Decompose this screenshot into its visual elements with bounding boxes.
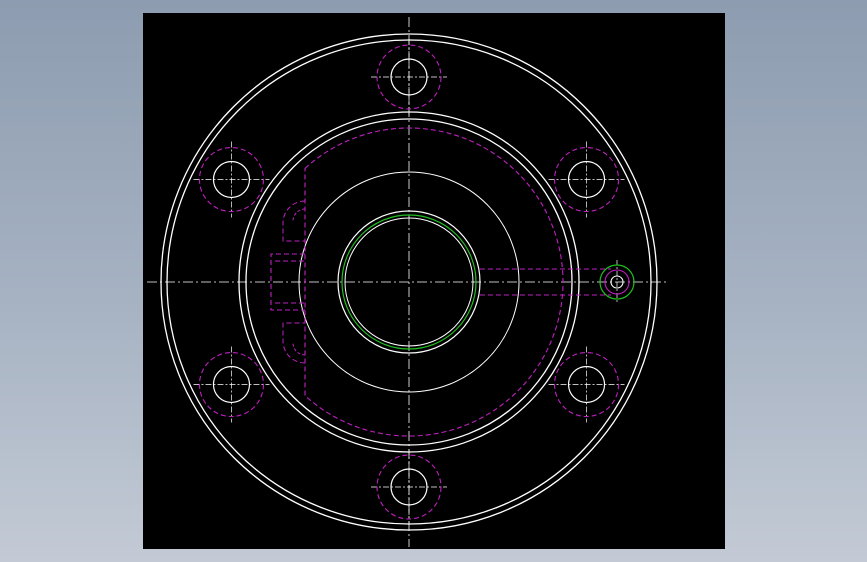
hidden-bottom-relief-inner xyxy=(292,342,306,356)
hidden-top-relief-inner xyxy=(292,208,306,222)
cad-viewport[interactable] xyxy=(143,13,725,549)
center-lines xyxy=(147,17,669,547)
hidden-hub-outline xyxy=(304,127,564,437)
hidden-top-relief xyxy=(282,200,306,242)
hidden-bottom-relief xyxy=(282,322,306,364)
flange-drawing xyxy=(147,17,669,547)
